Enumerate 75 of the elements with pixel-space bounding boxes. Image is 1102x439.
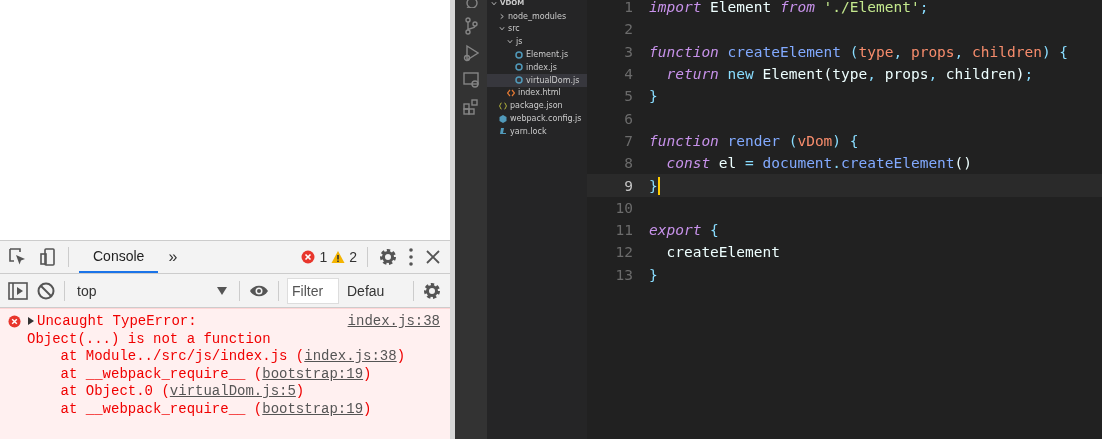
folder-item[interactable]: node_modules (487, 9, 587, 23)
line-number: 8 (623, 155, 634, 172)
chevron-icon[interactable] (507, 38, 513, 46)
warning-icon (331, 250, 346, 264)
file-item[interactable]: index.js (487, 61, 587, 74)
run-debug-icon[interactable] (463, 44, 479, 62)
file-item[interactable]: index.html (487, 86, 587, 100)
log-levels-dropdown[interactable]: Defau (347, 282, 387, 299)
more-tabs-button[interactable]: » (168, 248, 178, 266)
json-file-icon (499, 101, 507, 110)
code-line: function render (vDom) { (649, 132, 859, 149)
stack-frame: at Module../src/js/index.js (index.js:38) (27, 348, 440, 366)
error-icon (301, 250, 316, 264)
source-link[interactable]: index.js:38 (347, 313, 440, 331)
file-item[interactable]: Element.js (487, 48, 587, 61)
file-item[interactable]: webpack.config.js (487, 112, 587, 125)
code-line: } (649, 88, 658, 105)
extensions-icon[interactable] (463, 98, 479, 116)
error-icon (8, 315, 21, 328)
file-item[interactable]: yarn.lock (487, 124, 587, 138)
text-cursor (657, 176, 660, 195)
settings-icon[interactable] (378, 247, 398, 267)
chevron-icon[interactable] (499, 12, 505, 20)
line-number: 5 (623, 88, 634, 105)
line-number: 2 (623, 21, 634, 38)
chevron-icon[interactable] (491, 0, 497, 7)
yarn-file-icon (499, 127, 507, 136)
stack-frame: at __webpack_require__ (bootstrap:19) (27, 365, 440, 383)
more-options-icon[interactable] (408, 247, 414, 267)
line-number: 11 (614, 222, 634, 239)
source-link[interactable]: bootstrap:19 (262, 400, 364, 417)
sidebar-toggle-icon[interactable] (8, 280, 28, 301)
line-number: 13 (614, 266, 634, 283)
stack-frame: at __webpack_require__ (bootstrap:19) (27, 400, 440, 418)
remote-explorer-icon[interactable] (463, 71, 479, 89)
stack-frame: at Object.0 (virtualDom.js:5) (27, 383, 440, 401)
code-line: } (649, 266, 658, 283)
source-link[interactable]: index.js:38 (304, 348, 397, 364)
warning-count: 2 (349, 249, 357, 265)
line-number: 12 (614, 244, 634, 261)
line-number: 7 (623, 132, 634, 149)
folder-item[interactable]: src (487, 22, 587, 36)
dropdown-arrow-icon[interactable] (217, 286, 227, 295)
context-selector[interactable]: top (73, 282, 231, 299)
clear-console-icon[interactable] (36, 280, 56, 301)
settings-icon[interactable] (422, 280, 442, 301)
line-number: 9 (623, 177, 634, 194)
code-line: function createElement (type, props, children) { (649, 43, 1069, 60)
close-icon[interactable] (424, 248, 442, 266)
error-count: 1 (319, 249, 328, 265)
expand-arrow-icon[interactable] (27, 317, 35, 325)
filter-field[interactable]: Filter (287, 277, 339, 304)
folder-item[interactable]: js (487, 35, 587, 49)
code-line: const el = document.createElement() (665, 155, 973, 172)
source-control-icon[interactable] (463, 17, 479, 35)
error-message[interactable]: Uncaught TypeError: (27, 313, 197, 331)
line-number: 1 (623, 0, 634, 16)
code-line: createElement (665, 244, 780, 261)
file-item[interactable]: virtualDom.js (487, 73, 587, 87)
line-number: 3 (623, 43, 634, 60)
code-line: } (649, 176, 660, 195)
source-link[interactable]: bootstrap:19 (262, 365, 364, 382)
line-number: 6 (623, 110, 634, 127)
error-message: Object(...) is not a function (27, 330, 272, 348)
code-line: return new Element(type, props, children); (665, 66, 1034, 83)
code-line: export { (649, 222, 719, 239)
code-line: import Element from './Element'; (649, 0, 929, 16)
html-file-icon (507, 88, 515, 97)
source-link[interactable]: virtualDom.js:5 (169, 383, 296, 399)
line-number: 4 (623, 66, 634, 83)
cube-icon (499, 114, 507, 123)
file-item[interactable]: package.json (487, 99, 587, 113)
chevron-icon[interactable] (499, 25, 505, 33)
device-toggle-icon[interactable] (38, 247, 58, 267)
line-number: 10 (614, 199, 634, 216)
